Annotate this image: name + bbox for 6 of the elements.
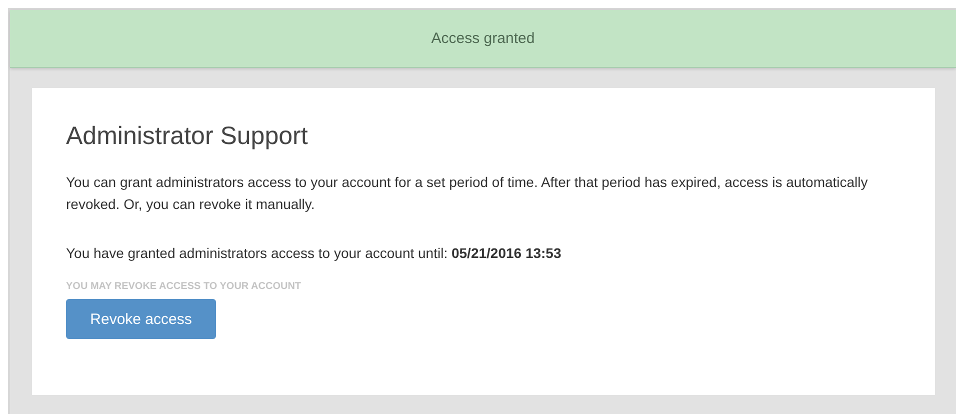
- banner-message: Access granted: [431, 30, 535, 47]
- card-title: Administrator Support: [66, 122, 309, 151]
- revoke-caption: YOU MAY REVOKE ACCESS TO YOUR ACCOUNT: [66, 281, 302, 292]
- access-status-text: You have granted administrators access to your account until: 05/21/2016 13:53: [66, 245, 562, 261]
- description-text: You can grant administrators access to your account for a set period of time. After that period has expired, access is automatically revoked. Or, you can revoke it manually.: [66, 173, 869, 214]
- revoke-access-button[interactable]: Revoke access: [66, 299, 216, 339]
